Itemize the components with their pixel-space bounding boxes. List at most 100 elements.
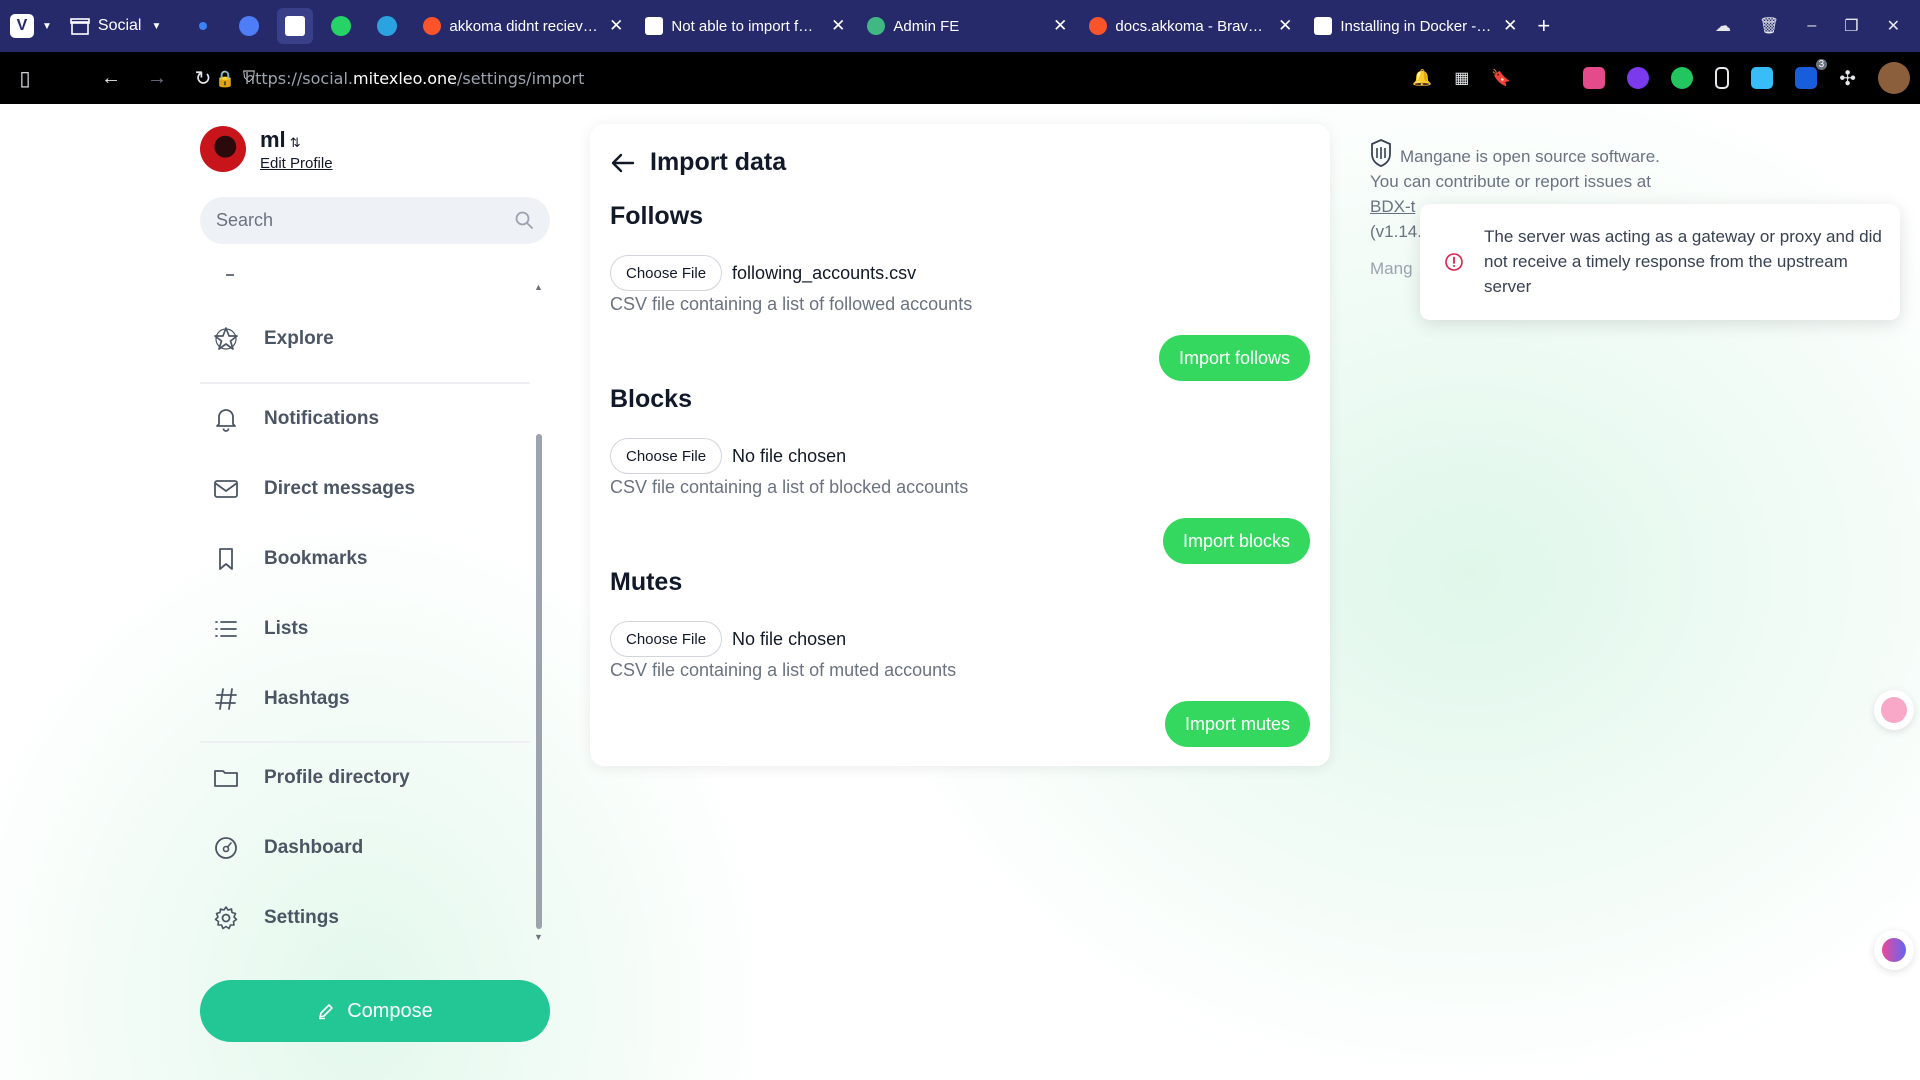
tab-4[interactable]: docs.akkoma - Brav… ✕ xyxy=(1077,0,1302,52)
close-tab-icon[interactable]: ✕ xyxy=(831,16,845,36)
whatsapp-tab[interactable] xyxy=(323,8,359,44)
tab-2[interactable]: Not able to import f… ✕ xyxy=(633,0,855,52)
printer-extension-icon[interactable] xyxy=(1751,67,1774,89)
workspace-name: Social xyxy=(97,17,142,34)
mutes-choose-file-button[interactable]: Choose File xyxy=(610,621,723,657)
trash-icon[interactable]: 🗑 xyxy=(1759,16,1779,36)
close-tab-icon[interactable]: ✕ xyxy=(1503,16,1517,36)
tab-title: Admin FE xyxy=(893,17,960,35)
sidebar-item-direct-messages[interactable]: Direct messages xyxy=(212,469,415,509)
scrollbar-thumb[interactable] xyxy=(536,434,542,929)
import-follows-button[interactable]: Import follows xyxy=(1158,335,1310,381)
pinned-tab-1[interactable] xyxy=(185,8,221,44)
avatar[interactable] xyxy=(200,126,246,172)
menu-caret-icon[interactable]: ▼ xyxy=(42,21,52,32)
bookmark-icon xyxy=(219,548,233,570)
close-tab-icon[interactable]: ✕ xyxy=(609,16,623,36)
sidebar-item-label: Bookmarks xyxy=(264,548,368,569)
search-icon[interactable] xyxy=(514,210,534,230)
url-domain: mitexleo.one xyxy=(352,68,457,88)
search-input[interactable] xyxy=(200,197,550,244)
workspace-caret-icon: ▼ xyxy=(151,20,162,32)
sidebar-item-settings[interactable]: Settings xyxy=(212,898,339,938)
clipboard-extension-icon[interactable] xyxy=(1715,67,1730,89)
compose-label: Compose xyxy=(347,999,433,1022)
sidebar-item-label: Hashtags xyxy=(264,688,350,709)
sidebar-item-label: Dashboard xyxy=(264,837,364,858)
vue-favicon-icon xyxy=(867,17,886,35)
brave-favicon-icon xyxy=(423,17,442,35)
url-field[interactable]: 🔒 https://social. mitexleo.one/settings/i… xyxy=(215,52,584,104)
tab-1[interactable]: akkoma didnt reciev… ✕ xyxy=(411,0,633,52)
pinned-tabs xyxy=(185,8,405,44)
bell-icon xyxy=(216,409,236,432)
follows-title: Follows xyxy=(610,202,704,230)
import-mutes-button[interactable]: Import mutes xyxy=(1164,701,1310,747)
sync-cloud-icon[interactable]: ☁ xyxy=(1715,16,1731,36)
bookmark-icon[interactable]: 🔖 xyxy=(1491,68,1511,88)
close-tab-icon[interactable]: ✕ xyxy=(1278,16,1292,36)
tab-3[interactable]: Admin FE ✕ xyxy=(855,0,1077,52)
sidebar-toggle-icon[interactable]: ▯ xyxy=(2,66,48,91)
error-icon xyxy=(1445,253,1463,271)
import-data-card: Import data Follows Choose File followin… xyxy=(590,124,1330,766)
sidebar-item-hashtags[interactable]: Hashtags xyxy=(212,679,350,719)
edit-profile-link[interactable]: Edit Profile xyxy=(260,155,333,172)
workspace-switcher[interactable]: Social ▼ xyxy=(70,16,161,36)
toast-message: The server was acting as a gateway or pr… xyxy=(1484,227,1882,296)
toolbar-extensions: 🔔 ▦ 🔖 3 ✣ xyxy=(1412,52,1910,104)
switch-account-icon[interactable]: ⇅ xyxy=(290,135,301,150)
profile-name-row: ml ⇅ xyxy=(260,127,333,153)
bitwarden-extension-icon[interactable]: 3 xyxy=(1795,59,1828,89)
mutes-hint: CSV file containing a list of muted acco… xyxy=(610,660,957,680)
url-prefix: https://social. xyxy=(244,68,353,88)
vivaldi-menu-icon[interactable]: V xyxy=(10,14,34,38)
mangane-logo-icon xyxy=(1371,139,1391,167)
address-bar: ▯ ← → ↻ ⛉ 🔒 https://social. mitexleo.one /… xyxy=(0,52,1920,104)
sidebar-item-explore[interactable]: Explore xyxy=(212,319,334,359)
notification-bell-icon[interactable]: 🔔 xyxy=(1412,68,1432,88)
qr-code-icon[interactable]: ▦ xyxy=(1454,68,1469,88)
page-title: Import data xyxy=(650,148,787,176)
follows-choose-file-button[interactable]: Choose File xyxy=(610,255,723,291)
back-icon[interactable]: ← xyxy=(88,67,134,90)
scroll-up-icon[interactable]: ▲ xyxy=(534,282,543,292)
error-toast[interactable]: The server was acting as a gateway or pr… xyxy=(1420,204,1900,320)
import-blocks-button[interactable]: Import blocks xyxy=(1162,518,1310,564)
back-arrow-icon[interactable] xyxy=(610,150,636,176)
blocks-file-row: Choose File No file chosen xyxy=(610,438,846,474)
folder-icon xyxy=(214,770,238,787)
pinned-tab-3[interactable] xyxy=(277,8,314,44)
translate-float-button[interactable] xyxy=(1874,690,1914,730)
robot-extension-icon[interactable] xyxy=(1671,67,1694,89)
blocks-choose-file-button[interactable]: Choose File xyxy=(610,438,723,474)
close-window-icon[interactable]: ✕ xyxy=(1887,16,1900,36)
sidebar-item-notifications[interactable]: Notifications xyxy=(212,399,379,439)
close-tab-icon[interactable]: ✕ xyxy=(1053,16,1067,36)
compose-button[interactable]: Compose xyxy=(200,980,550,1042)
sidebar-item-lists[interactable]: Lists xyxy=(212,609,308,649)
sidebar-item-profile-directory[interactable]: Profile directory xyxy=(212,758,410,798)
tab-5[interactable]: Installing in Docker -… ✕ xyxy=(1302,0,1527,52)
restore-icon[interactable]: ❐ xyxy=(1844,16,1858,36)
sidebar-item-dashboard[interactable]: Dashboard xyxy=(212,828,363,868)
brave-favicon-icon xyxy=(1089,17,1108,35)
brain-extension-icon[interactable] xyxy=(1627,67,1650,89)
tab-title: Installing in Docker -… xyxy=(1340,17,1492,35)
pinned-tab-2[interactable] xyxy=(231,8,267,44)
list-icon xyxy=(215,621,237,637)
sidebar-item-bookmarks[interactable]: Bookmarks xyxy=(212,539,368,579)
sidebar-item-label: Lists xyxy=(264,618,309,639)
user-avatar[interactable] xyxy=(1878,62,1910,94)
forward-icon[interactable]: → xyxy=(134,67,180,90)
telegram-tab[interactable] xyxy=(369,8,405,44)
ai-float-button[interactable] xyxy=(1874,930,1914,970)
hashtag-icon xyxy=(215,688,237,710)
new-tab-icon[interactable]: + xyxy=(1537,13,1550,39)
profile-header: ml ⇅ Edit Profile xyxy=(200,126,333,172)
scroll-down-icon[interactable]: ▼ xyxy=(534,932,543,942)
translate-extension-icon[interactable] xyxy=(1583,67,1606,89)
pencil-icon xyxy=(319,1004,333,1020)
extensions-puzzle-icon[interactable]: ✣ xyxy=(1839,66,1856,91)
minimize-icon[interactable]: – xyxy=(1807,17,1816,35)
